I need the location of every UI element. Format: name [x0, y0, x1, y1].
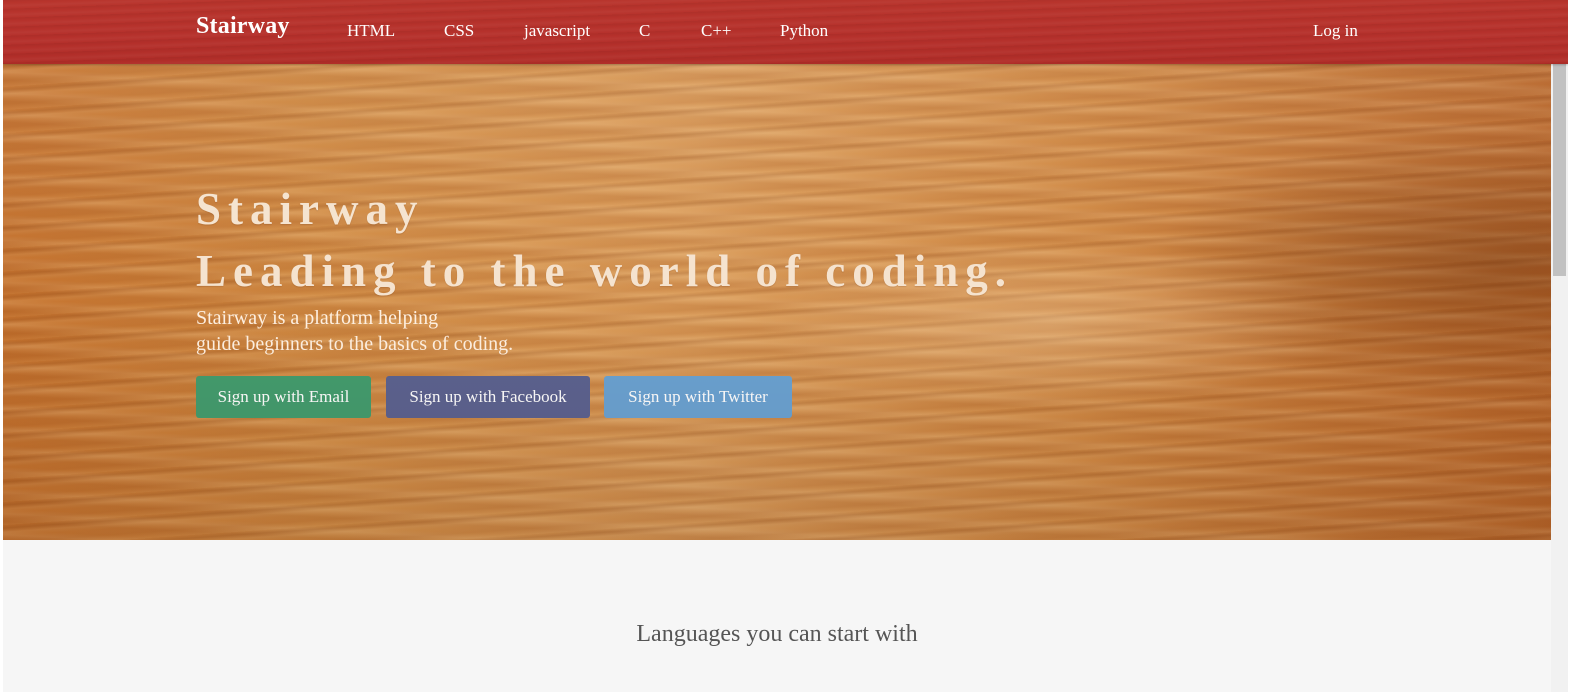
hero-description: Stairway is a platform helping guide beg…: [196, 305, 513, 357]
nav-link-css[interactable]: CSS: [444, 21, 474, 41]
signup-email-button[interactable]: Sign up with Email: [196, 376, 371, 418]
top-navbar: Stairway HTML CSS javascript C C++ Pytho…: [3, 0, 1568, 64]
nav-link-javascript[interactable]: javascript: [524, 21, 590, 41]
hero-description-line-1: Stairway is a platform helping: [196, 307, 439, 329]
hero-section: Stairway Leading to the world of coding.…: [3, 64, 1551, 540]
languages-section-title: Languages you can start with: [636, 621, 918, 647]
hero-title: Stairway: [196, 184, 425, 234]
nav-link-python[interactable]: Python: [780, 21, 828, 41]
signup-facebook-button[interactable]: Sign up with Facebook: [386, 376, 590, 418]
nav-link-html[interactable]: HTML: [347, 21, 395, 41]
page: Stairway HTML CSS javascript C C++ Pytho…: [3, 0, 1568, 692]
nav-link-cpp[interactable]: C++: [701, 21, 732, 41]
hero-tagline: Leading to the world of coding.: [196, 246, 1014, 296]
brand-logo-link[interactable]: Stairway: [196, 13, 290, 40]
login-link[interactable]: Log in: [1313, 21, 1358, 41]
signup-twitter-button[interactable]: Sign up with Twitter: [604, 376, 792, 418]
hero-description-line-2: guide beginners to the basics of coding.: [196, 333, 514, 355]
nav-link-c[interactable]: C: [639, 21, 650, 41]
vertical-scrollbar[interactable]: [1551, 0, 1568, 692]
